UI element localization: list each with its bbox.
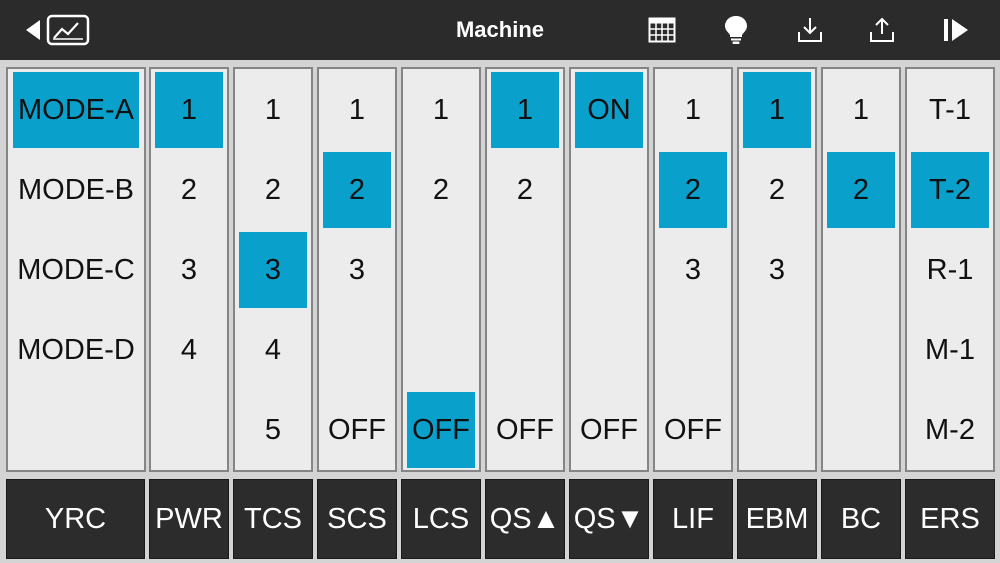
option-yrc-1[interactable]: MODE-A (13, 72, 139, 148)
grid-button[interactable] (642, 0, 682, 60)
column-lif: 1 2 3 OFF (653, 67, 733, 472)
import-icon (798, 18, 822, 42)
option-qs-up-1[interactable]: 1 (491, 72, 559, 148)
option-tcs-5[interactable]: 5 (239, 392, 307, 468)
yrc-button[interactable]: YRC (6, 479, 145, 559)
option-ers-1[interactable]: T-1 (911, 72, 989, 148)
qs-up-button[interactable]: QS▲ (485, 479, 565, 559)
bc-button[interactable]: BC (821, 479, 901, 559)
option-lcs-1[interactable]: 1 (407, 72, 475, 148)
scs-button[interactable]: SCS (317, 479, 397, 559)
lightbulb-icon (725, 16, 747, 44)
option-lif-1[interactable]: 1 (659, 72, 727, 148)
column-scs: 1 2 3 OFF (317, 67, 397, 472)
option-lif-5[interactable]: OFF (659, 392, 727, 468)
option-pwr-2[interactable]: 2 (155, 152, 223, 228)
column-qs-up: 1 2 OFF (485, 67, 565, 472)
ebm-button[interactable]: EBM (737, 479, 817, 559)
ers-button[interactable]: ERS (905, 479, 995, 559)
lightbulb-button[interactable] (716, 0, 756, 60)
option-tcs-3[interactable]: 3 (239, 232, 307, 308)
import-button[interactable] (790, 0, 830, 60)
option-scs-3[interactable]: 3 (323, 232, 391, 308)
option-yrc-4[interactable]: MODE-D (13, 312, 139, 388)
option-bc-2[interactable]: 2 (827, 152, 895, 228)
option-scs-1[interactable]: 1 (323, 72, 391, 148)
export-button[interactable] (862, 0, 902, 60)
page-title: Machine (455, 17, 545, 42)
back-chart-icon (26, 14, 90, 46)
option-pwr-1[interactable]: 1 (155, 72, 223, 148)
top-bar: Machine (0, 0, 1000, 60)
option-yrc-3[interactable]: MODE-C (13, 232, 139, 308)
option-qs-up-2[interactable]: 2 (491, 152, 559, 228)
tcs-button[interactable]: TCS (233, 479, 313, 559)
option-pwr-4[interactable]: 4 (155, 312, 223, 388)
back-chart-button[interactable] (22, 0, 94, 60)
option-yrc-2[interactable]: MODE-B (13, 152, 139, 228)
grid-icon (648, 17, 676, 43)
lif-button[interactable]: LIF (653, 479, 733, 559)
option-tcs-2[interactable]: 2 (239, 152, 307, 228)
export-icon (870, 17, 894, 42)
option-qs-down-5[interactable]: OFF (575, 392, 643, 468)
option-ers-4[interactable]: M-1 (911, 312, 989, 388)
option-lif-2[interactable]: 2 (659, 152, 727, 228)
option-ebm-2[interactable]: 2 (743, 152, 811, 228)
column-pwr: 1234 (149, 67, 229, 472)
column-lcs: 1 2 OFF (401, 67, 481, 472)
option-scs-5[interactable]: OFF (323, 392, 391, 468)
option-qs-up-5[interactable]: OFF (491, 392, 559, 468)
option-tcs-1[interactable]: 1 (239, 72, 307, 148)
option-tcs-4[interactable]: 4 (239, 312, 307, 388)
option-lif-3[interactable]: 3 (659, 232, 727, 308)
lcs-button[interactable]: LCS (401, 479, 481, 559)
column-ers: T-1 T-2 R-1 M-1 M-2 (905, 67, 995, 472)
column-tcs: 12345 (233, 67, 313, 472)
pwr-button[interactable]: PWR (149, 479, 229, 559)
option-ebm-1[interactable]: 1 (743, 72, 811, 148)
play-next-button[interactable] (936, 0, 976, 60)
option-scs-2[interactable]: 2 (323, 152, 391, 228)
column-bc: 12 (821, 67, 901, 472)
play-next-icon (944, 19, 968, 41)
option-qs-down-1[interactable]: ON (575, 72, 643, 148)
option-ebm-3[interactable]: 3 (743, 232, 811, 308)
column-qs-down: ON OFF (569, 67, 649, 472)
option-lcs-2[interactable]: 2 (407, 152, 475, 228)
column-ebm: 123 (737, 67, 817, 472)
option-bc-1[interactable]: 1 (827, 72, 895, 148)
option-lcs-5[interactable]: OFF (407, 392, 475, 468)
option-pwr-3[interactable]: 3 (155, 232, 223, 308)
option-ers-2[interactable]: T-2 (911, 152, 989, 228)
option-ers-5[interactable]: M-2 (911, 392, 989, 468)
selector-panel: MODE-A MODE-B MODE-C MODE-D 1 2 3 4 1 2 3 4 5 1 2 3 OFF 1… (0, 60, 1000, 563)
column-yrc: MODE-A MODE-B MODE-C MODE-D (6, 67, 146, 472)
option-ers-3[interactable]: R-1 (911, 232, 989, 308)
qs-down-button[interactable]: QS▼ (569, 479, 649, 559)
